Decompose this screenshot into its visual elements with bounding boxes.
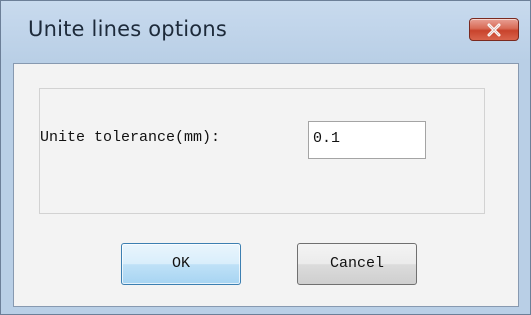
tolerance-value: 0.1 — [313, 130, 341, 147]
title-bar[interactable]: Unite lines options — [1, 1, 530, 63]
close-icon — [487, 23, 501, 37]
cancel-button[interactable]: Cancel — [297, 243, 417, 285]
close-button[interactable] — [469, 18, 519, 41]
tolerance-input[interactable]: 0.1 — [308, 121, 426, 159]
dialog-window: Unite lines options Unite tolerance(mm):… — [0, 0, 531, 315]
dialog-title: Unite lines options — [28, 17, 228, 41]
dialog-body: Unite tolerance(mm): 0.1 OK Cancel — [13, 63, 519, 307]
ok-button[interactable]: OK — [121, 243, 241, 285]
tolerance-label: Unite tolerance(mm): — [40, 129, 221, 146]
